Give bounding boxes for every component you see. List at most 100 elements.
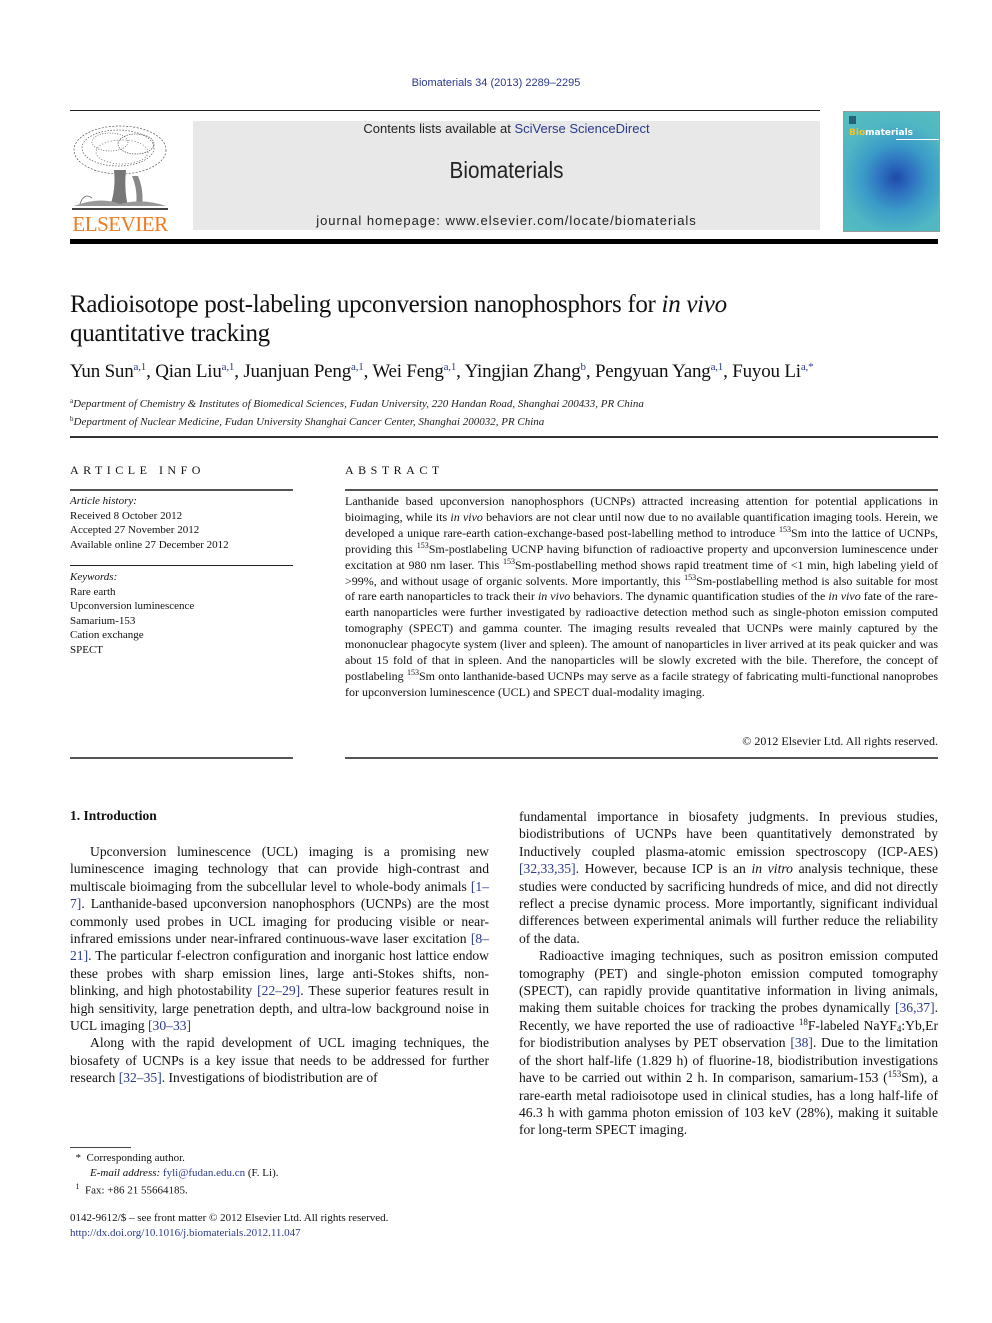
author-affil-mark[interactable]: a,* xyxy=(801,361,814,373)
author-name: Yun Sun xyxy=(70,361,134,382)
header-top-rule xyxy=(70,110,820,111)
text: F-labeled NaYF xyxy=(807,1017,897,1033)
history-label: Article history: xyxy=(70,495,137,507)
keyword: SPECT xyxy=(70,643,104,656)
isotope-superscript: 153 xyxy=(416,540,429,550)
footnote-mark: * xyxy=(75,1152,82,1164)
doi-link[interactable]: http://dx.doi.org/10.1016/j.biomaterials… xyxy=(70,1227,301,1239)
author: Yun Suna,1 xyxy=(70,361,146,382)
history-accepted: Accepted 27 November 2012 xyxy=(70,524,200,536)
footnote-email: E-mail address: fyli@fudan.edu.cn (F. Li… xyxy=(70,1166,278,1181)
author-name: Qian Liu xyxy=(155,361,222,382)
affiliation-text: Department of Nuclear Medicine, Fudan Un… xyxy=(73,416,545,428)
homepage-url-link[interactable]: www.elsevier.com/locate/biomaterials xyxy=(446,213,697,228)
abstract-segment: behaviors. The dynamic quantification st… xyxy=(570,589,829,604)
keywords-label: Keywords: xyxy=(70,571,118,583)
reference-link[interactable]: [32–35] xyxy=(119,1070,162,1085)
text: . Investigations of biodistribution are … xyxy=(161,1070,378,1086)
isotope-superscript: 153 xyxy=(779,524,792,534)
abstract-text: Lanthanide based upconversion nanophosph… xyxy=(345,494,938,701)
author-name: Juanjuan Peng xyxy=(243,361,352,382)
journal-cover-thumbnail[interactable]: Biomaterials xyxy=(843,111,940,232)
email-link[interactable]: fyli@fudan.edu.cn xyxy=(163,1167,245,1179)
article-title: Radioisotope post-labeling upconversion … xyxy=(70,290,940,348)
author-name: Wei Feng xyxy=(372,361,444,382)
author-affil-mark[interactable]: a,1 xyxy=(222,361,235,373)
isotope-superscript: 153 xyxy=(406,667,419,677)
journal-homepage: journal homepage: www.elsevier.com/locat… xyxy=(193,213,820,228)
contents-list-line: Contents lists available at SciVerse Sci… xyxy=(193,121,820,136)
text: fundamental importance in biosafety judg… xyxy=(519,809,938,859)
cover-rule xyxy=(896,139,939,140)
text: Radioactive imaging techniques, such as … xyxy=(519,948,938,1016)
abstract-italic: in vivo xyxy=(828,589,861,604)
abstract-segment: Sm onto lanthanide-based UCNPs may serve… xyxy=(345,668,938,699)
reference-link[interactable]: [22–29] xyxy=(257,983,300,998)
author-affil-mark[interactable]: a,1 xyxy=(351,361,364,373)
footnote-corresponding: * Corresponding author. xyxy=(70,1151,278,1166)
paragraph: Radioactive imaging techniques, such as … xyxy=(519,947,938,1138)
footnote-text: Fax: +86 21 55664185. xyxy=(85,1184,188,1197)
title-italic: in vivo xyxy=(661,291,728,318)
isotope-superscript: 153 xyxy=(887,1069,902,1080)
email-suffix: (F. Li). xyxy=(245,1166,279,1179)
section-heading-introduction: 1. Introduction xyxy=(70,808,157,823)
author-affil-mark[interactable]: b xyxy=(581,361,587,373)
keywords: Keywords: Rare earth Upconversion lumine… xyxy=(70,570,194,657)
isotope-superscript: 153 xyxy=(503,556,516,566)
author-affil-mark[interactable]: a,1 xyxy=(711,361,724,373)
title-part-1: Radioisotope post-labeling upconversion … xyxy=(70,291,662,318)
keyword: Upconversion luminescence xyxy=(70,600,195,612)
isotope-superscript: 18 xyxy=(798,1016,808,1027)
abstract-copyright: © 2012 Elsevier Ltd. All rights reserved… xyxy=(742,734,938,748)
italic-text: in vitro xyxy=(751,861,793,877)
journal-citation[interactable]: Biomaterials 34 (2013) 2289–2295 xyxy=(0,77,992,89)
author: Wei Fenga,1 xyxy=(372,361,456,382)
elsevier-tree-icon xyxy=(72,125,168,210)
text: . However, because ICP is an xyxy=(575,861,752,877)
reference-link[interactable]: [32,33,35] xyxy=(519,861,576,876)
keyword: Cation exchange xyxy=(70,629,144,641)
abstract-rule xyxy=(345,489,938,491)
article-history: Article history: Received 8 October 2012… xyxy=(70,494,229,552)
author: Qian Liua,1 xyxy=(155,361,234,382)
reference-link[interactable]: [36,37] xyxy=(895,1000,935,1015)
author-name: Pengyuan Yang xyxy=(594,361,711,382)
homepage-prefix: journal homepage: xyxy=(316,213,446,228)
author: Juanjuan Penga,1 xyxy=(243,361,363,382)
affiliation: bDepartment of Nuclear Medicine, Fudan U… xyxy=(70,412,644,430)
paragraph: fundamental importance in biosafety judg… xyxy=(519,808,938,947)
affiliation: aDepartment of Chemistry & Institutes of… xyxy=(70,394,644,412)
journal-citation-link[interactable]: Biomaterials 34 (2013) 2289–2295 xyxy=(412,77,581,89)
cover-title-rest: materials xyxy=(865,128,914,138)
reference-link[interactable]: [38] xyxy=(790,1035,813,1050)
article-info-rule xyxy=(70,489,293,491)
author-name: Fuyou Li xyxy=(732,361,801,382)
paragraph: Along with the rapid development of UCL … xyxy=(70,1034,489,1086)
cover-publisher-icon xyxy=(849,116,856,124)
keyword: Samarium-153 xyxy=(70,614,136,627)
author-affil-mark[interactable]: a,1 xyxy=(444,361,457,373)
footnote-text: Corresponding author. xyxy=(86,1152,185,1164)
cover-title: Biomaterials xyxy=(849,128,913,138)
front-matter-note: 0142-9612/$ – see front matter © 2012 El… xyxy=(70,1211,388,1241)
journal-name: Biomaterials xyxy=(449,157,564,183)
reference-link[interactable]: [30–33] xyxy=(148,1018,191,1033)
history-received: Received 8 October 2012 xyxy=(70,509,183,522)
footnote-fax: 1 Fax: +86 21 55664185. xyxy=(70,1180,278,1198)
abstract-italic: in vivo xyxy=(537,589,571,604)
footnote-mark: 1 xyxy=(75,1182,80,1192)
contents-prefix: Contents lists available at xyxy=(363,121,515,136)
sciencedirect-link[interactable]: SciVerse ScienceDirect xyxy=(514,121,649,136)
text: Upconversion luminescence (UCL) imaging … xyxy=(70,844,489,894)
author-list: Yun Suna,1, Qian Liua,1, Juanjuan Penga,… xyxy=(70,361,814,382)
elsevier-wordmark: ELSEVIER xyxy=(72,212,168,236)
article-info-bottom-rule xyxy=(70,757,293,759)
history-online: Available online 27 December 2012 xyxy=(70,538,229,551)
affiliation-text: Department of Chemistry & Institutes of … xyxy=(73,398,644,410)
author: Yingjian Zhangb xyxy=(465,361,586,382)
cover-title-first: Bio xyxy=(849,128,866,138)
elsevier-logo[interactable]: ELSEVIER xyxy=(70,120,170,236)
footnote-rule xyxy=(70,1147,131,1148)
author-affil-mark[interactable]: a,1 xyxy=(134,361,147,373)
